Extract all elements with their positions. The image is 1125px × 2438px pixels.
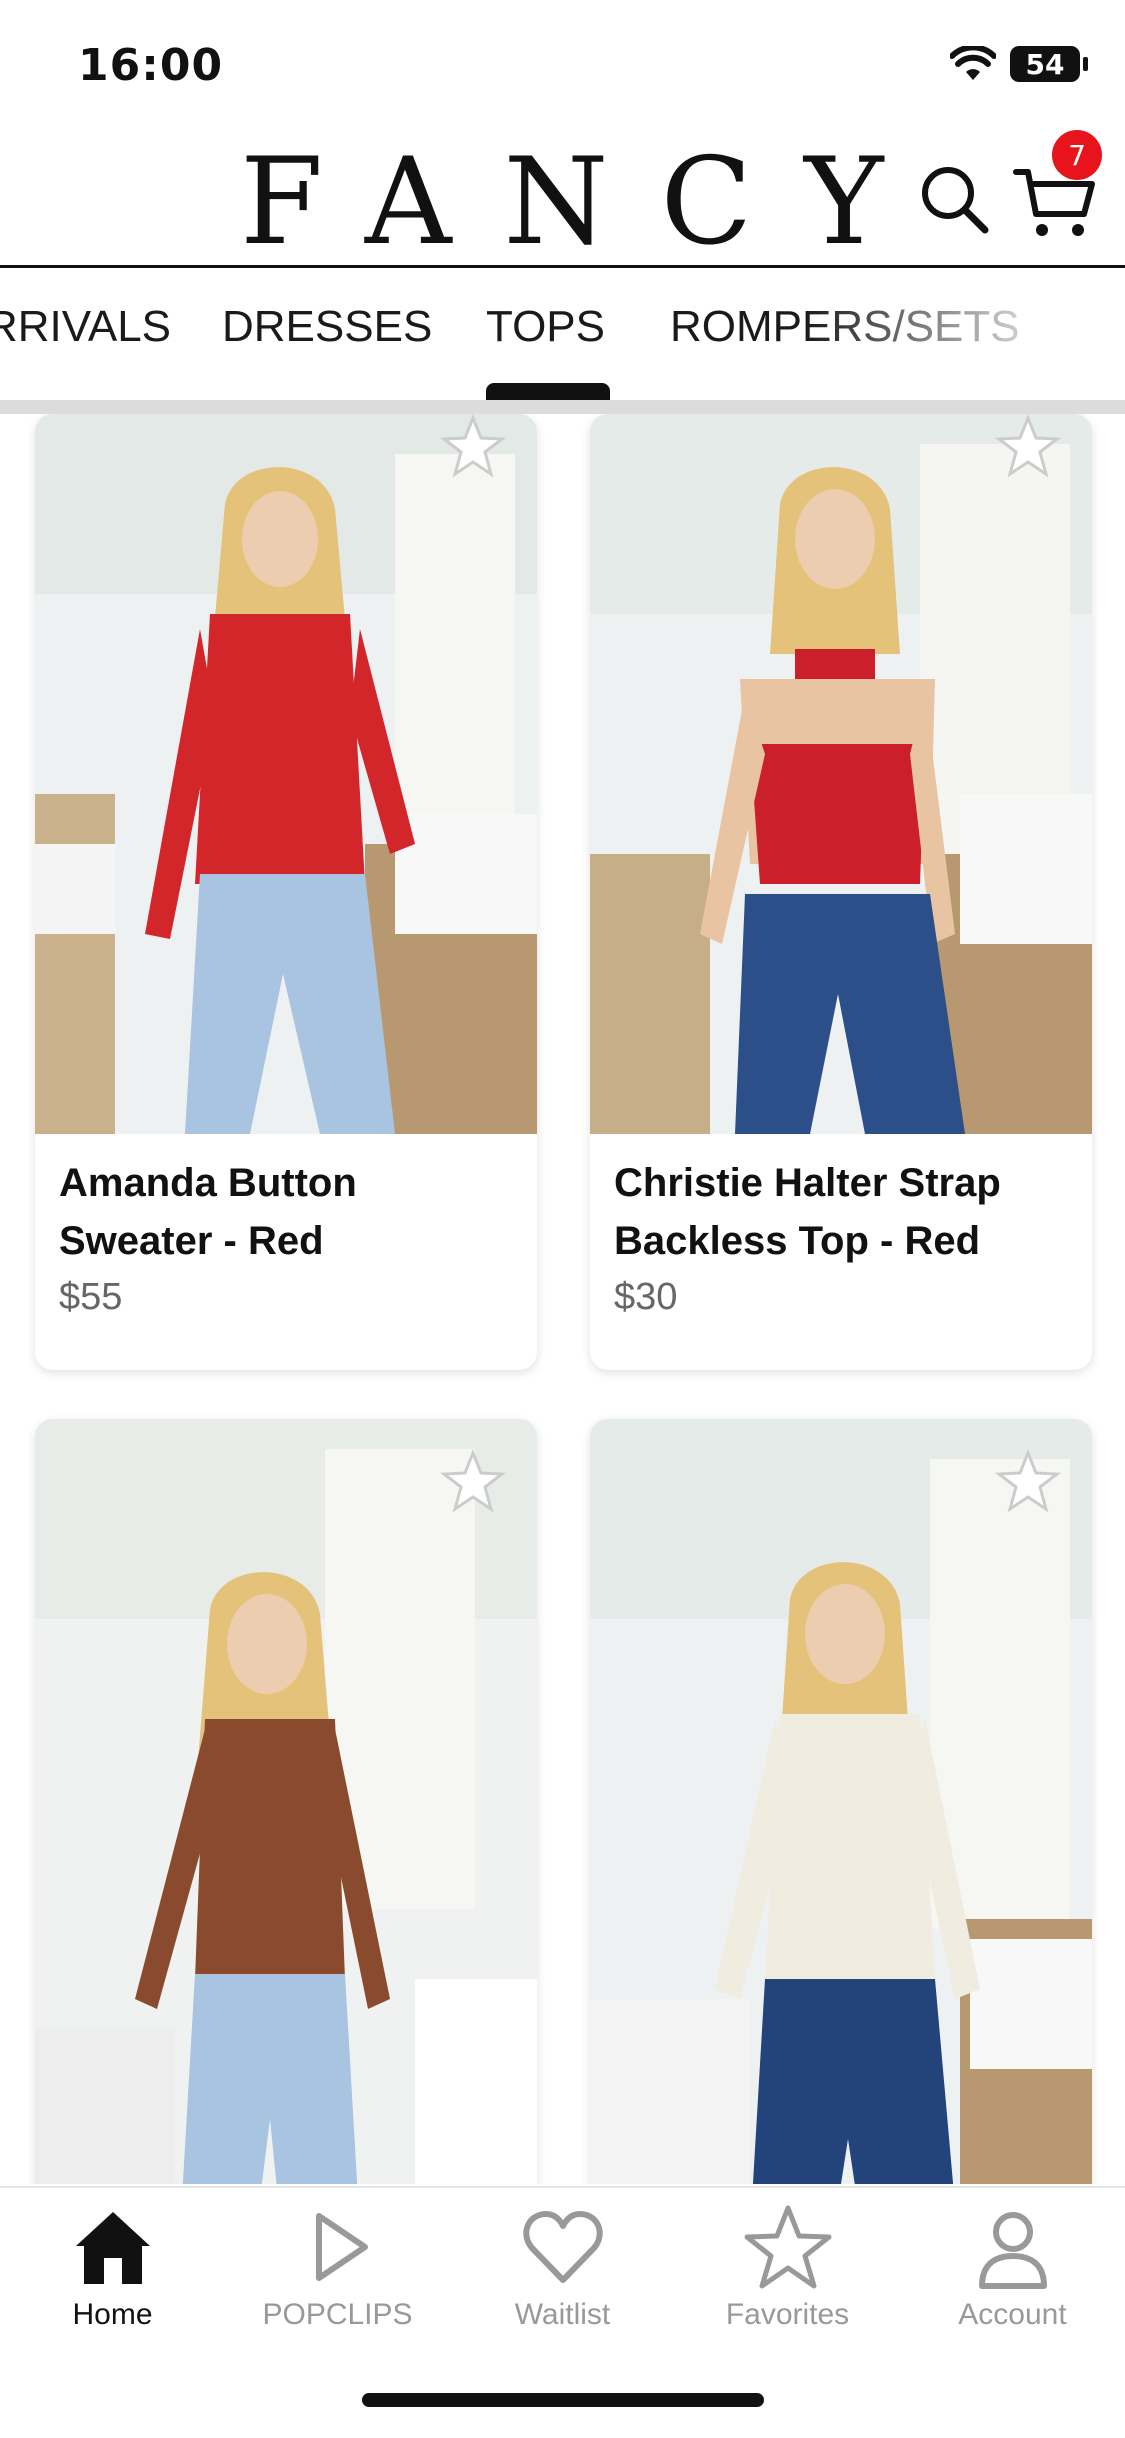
product-card[interactable]: Christie Halter Strap Backless Top - Red… [590, 414, 1092, 1370]
tab-label: POPCLIPS [262, 2298, 413, 2331]
tab-label: Waitlist [514, 2298, 611, 2331]
product-photo[interactable] [590, 1419, 1092, 2184]
star-icon [744, 2205, 831, 2289]
status-time: 16:00 [78, 40, 224, 91]
play-icon [315, 2213, 368, 2281]
product-name[interactable]: Amanda Button Sweater - Red [59, 1154, 519, 1270]
status-bar: 16:00 54 [0, 0, 1125, 130]
battery-indicator: 54 [1010, 46, 1088, 82]
product-card[interactable] [590, 1419, 1092, 2184]
product-info: Amanda Button Sweater - Red $55 [59, 1154, 519, 1319]
category-fade [805, 268, 1125, 378]
favorite-star-icon[interactable] [440, 414, 506, 480]
product-info: Christie Halter Strap Backless Top - Red… [614, 1154, 1074, 1319]
search-icon[interactable] [915, 160, 995, 240]
product-grid: Amanda Button Sweater - Red $55 Christie… [0, 414, 1125, 2184]
category-nav: RRIVALS DRESSES TOPS ROMPERS/SETS [0, 268, 1125, 398]
favorite-star-icon[interactable] [995, 414, 1061, 480]
tab-tops[interactable]: TOPS [486, 302, 605, 352]
home-icon [75, 2212, 150, 2284]
cart-count-badge: 7 [1052, 130, 1102, 180]
product-photo[interactable] [590, 414, 1092, 1134]
favorite-star-icon[interactable] [440, 1449, 506, 1515]
product-price: $30 [614, 1276, 678, 1318]
tab-waitlist[interactable]: Waitlist [450, 2202, 675, 2332]
product-card[interactable] [35, 1419, 537, 2184]
tab-favorites[interactable]: Favorites [675, 2202, 900, 2332]
product-photo[interactable] [35, 1419, 537, 2184]
active-tab-indicator [486, 383, 610, 401]
product-photo[interactable] [35, 414, 537, 1134]
product-card[interactable]: Amanda Button Sweater - Red $55 [35, 414, 537, 1370]
status-icons: 54 [950, 46, 1088, 82]
product-price: $55 [59, 1276, 123, 1318]
heart-icon [522, 2211, 603, 2283]
wifi-icon [950, 46, 996, 80]
tab-new-arrivals[interactable]: RRIVALS [0, 302, 171, 352]
tab-home[interactable]: Home [0, 2202, 225, 2332]
product-name[interactable]: Christie Halter Strap Backless Top - Red [614, 1154, 1074, 1270]
nav-divider [0, 400, 1125, 414]
home-indicator [362, 2393, 764, 2407]
tab-label: Account [958, 2298, 1067, 2331]
tab-account[interactable]: Account [900, 2202, 1125, 2332]
tab-dresses[interactable]: DRESSES [222, 302, 432, 352]
favorite-star-icon[interactable] [995, 1449, 1061, 1515]
brand-logo[interactable]: FANCY [240, 140, 884, 265]
tab-popclips[interactable]: POPCLIPS [225, 2202, 450, 2332]
tab-label: Home [72, 2298, 153, 2331]
tab-label: Favorites [725, 2298, 850, 2331]
app-header: FANCY [0, 140, 1125, 268]
person-icon [978, 2212, 1047, 2289]
